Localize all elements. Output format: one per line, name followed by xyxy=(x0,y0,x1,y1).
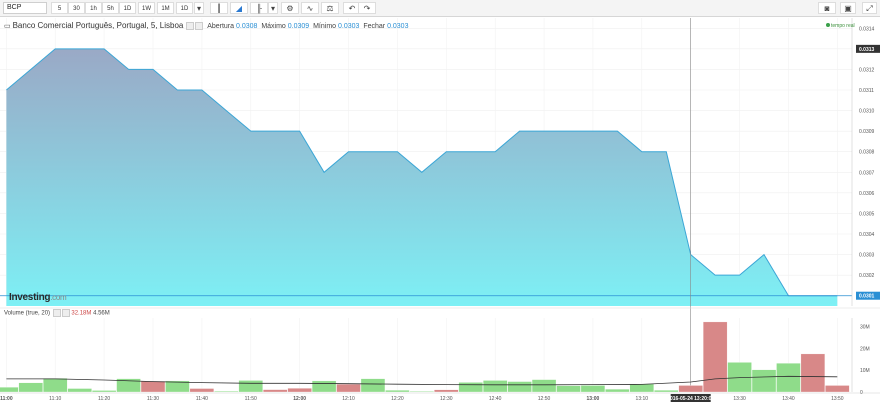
time-tick-label: 12:00 xyxy=(293,396,306,402)
high-value: 0.0309 xyxy=(287,23,310,30)
crosshair-time-label: 2016-05-24 13:20:00 xyxy=(667,396,714,402)
time-tick-label: 11:00 xyxy=(0,396,13,402)
volume-bar xyxy=(238,380,263,393)
logo-brand: Investing xyxy=(9,292,51,303)
volume-legend: Volume (true, 20) 32.18M 4.56M xyxy=(4,309,110,317)
price-tick-label: 0.0312 xyxy=(859,67,875,73)
volume-bar xyxy=(385,390,410,393)
volume-bar xyxy=(287,388,312,393)
volume-bar xyxy=(18,382,43,393)
time-tick-label: 11:20 xyxy=(98,396,110,402)
low-value: 0.0303 xyxy=(338,23,360,30)
price-area-fill xyxy=(6,48,838,307)
instrument-title: Banco Comercial Português, Portugal, 5, … xyxy=(12,21,184,30)
last-price-label: 0.0301 xyxy=(859,294,875,300)
volume-bar xyxy=(556,385,581,393)
time-tick-label: 12:20 xyxy=(391,396,404,402)
time-tick-label: 13:10 xyxy=(636,396,649,402)
volume-label: Volume (true, 20) xyxy=(4,310,51,317)
price-tick-label: 0.0304 xyxy=(859,232,875,238)
volume-value-red: 32.18M xyxy=(71,310,92,317)
volume-bar xyxy=(531,379,557,393)
logo-suffix: .com xyxy=(50,293,67,302)
price-tick-label: 0.0305 xyxy=(859,211,875,217)
time-tick-label: 13:00 xyxy=(587,396,600,402)
volume-tick-label: 10M xyxy=(860,368,870,374)
volume-bar xyxy=(189,388,215,393)
volume-bar xyxy=(360,378,386,393)
price-chart[interactable]: 0.0314 0.0313 0.0312 0.0311 0.0310 0.0309 0.03… xyxy=(0,0,880,404)
volume-tick-label: 20M xyxy=(860,346,870,352)
time-tick-label: 13:40 xyxy=(782,396,795,402)
time-tick-label: 13:30 xyxy=(733,396,746,402)
volume-tick-label: 30M xyxy=(860,325,870,331)
price-tick-label: 0.0314 xyxy=(859,26,875,32)
volume-bar xyxy=(263,389,288,393)
chart-legend: ▭ Banco Comercial Português, Portugal, 5… xyxy=(4,21,409,31)
time-tick-label: 13:50 xyxy=(831,396,844,402)
realtime-dot-icon xyxy=(826,23,830,27)
price-tick-label: 0.0309 xyxy=(859,129,875,135)
time-tick-label: 11:30 xyxy=(147,396,159,402)
realtime-label: tempo real xyxy=(831,23,855,29)
price-tick-label: 0.0308 xyxy=(859,150,875,156)
volume-bar xyxy=(434,389,459,393)
price-tick-label: 0.0310 xyxy=(859,109,875,115)
close-value: 0.0303 xyxy=(387,23,409,30)
price-tick-label: 0.0302 xyxy=(859,273,875,279)
price-tick-label: 0.0303 xyxy=(859,253,875,259)
volume-bar xyxy=(605,389,630,393)
price-tick-label: 0.0306 xyxy=(859,191,875,197)
volume-bar xyxy=(751,369,777,393)
volume-bar xyxy=(67,388,92,393)
volume-bar xyxy=(311,380,337,393)
volume-close-icon[interactable] xyxy=(61,309,70,317)
time-tick-label: 12:50 xyxy=(538,396,551,402)
time-tick-label: 11:50 xyxy=(245,396,257,402)
close-label: Fechar xyxy=(363,23,386,30)
price-tick-label: 0.0311 xyxy=(859,88,874,94)
volume-bar xyxy=(629,383,654,393)
high-label: Máximo xyxy=(261,23,286,30)
volume-bar xyxy=(409,391,434,393)
volume-bar xyxy=(91,390,117,393)
volume-bar xyxy=(800,353,826,393)
volume-bar xyxy=(43,378,68,393)
volume-bar xyxy=(580,385,606,393)
volume-bar xyxy=(458,382,483,393)
realtime-indicator: tempo real xyxy=(826,23,855,29)
open-label: Abertura xyxy=(207,23,235,30)
volume-bar xyxy=(703,321,728,393)
legend-close-icon[interactable] xyxy=(195,22,204,31)
volume-bar xyxy=(214,390,239,393)
volume-bar xyxy=(654,390,679,393)
current-price-label: 0.0313 xyxy=(859,47,875,53)
price-tick-label: 0.0307 xyxy=(859,170,875,176)
time-tick-label: 11:40 xyxy=(196,396,208,402)
time-tick-label: 12:30 xyxy=(440,396,453,402)
time-tick-label: 12:10 xyxy=(342,396,355,402)
collapse-icon[interactable]: ▭ xyxy=(4,23,11,30)
volume-bar xyxy=(678,385,703,393)
time-tick-label: 11:10 xyxy=(49,396,61,402)
low-label: Mínimo xyxy=(313,23,337,30)
volume-bar xyxy=(0,387,19,393)
legend-settings-icon[interactable] xyxy=(186,22,195,31)
volume-bar xyxy=(336,384,361,393)
open-value: 0.0308 xyxy=(236,23,258,30)
volume-bar xyxy=(776,363,801,393)
volume-value: 4.56M xyxy=(93,310,110,317)
investing-logo: Investing.com xyxy=(9,292,67,303)
volume-bar xyxy=(483,380,508,393)
volume-bar xyxy=(825,385,850,393)
volume-bar xyxy=(507,381,532,393)
volume-bar xyxy=(140,380,166,393)
volume-settings-icon[interactable] xyxy=(52,309,61,317)
time-tick-label: 12:40 xyxy=(489,396,502,402)
